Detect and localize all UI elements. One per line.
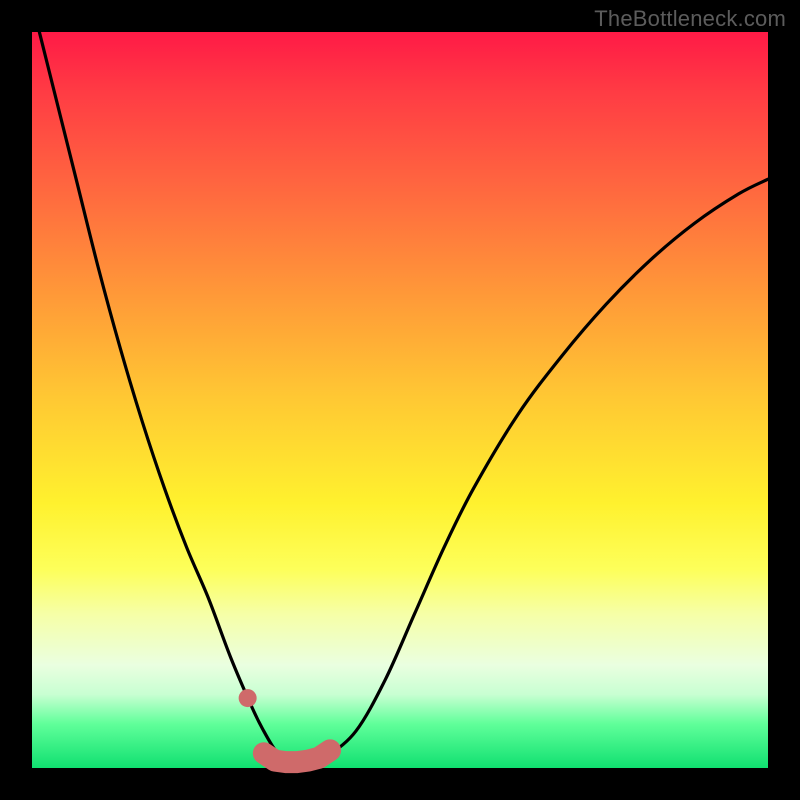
bottleneck-curve [32, 3, 768, 765]
chart-frame: TheBottleneck.com [0, 0, 800, 800]
bottleneck-curve-svg [32, 32, 768, 768]
watermark-text: TheBottleneck.com [594, 6, 786, 32]
marker-track [264, 750, 330, 762]
marker-dot [239, 689, 257, 707]
plot-area [32, 32, 768, 768]
optimal-range-markers [239, 689, 330, 762]
